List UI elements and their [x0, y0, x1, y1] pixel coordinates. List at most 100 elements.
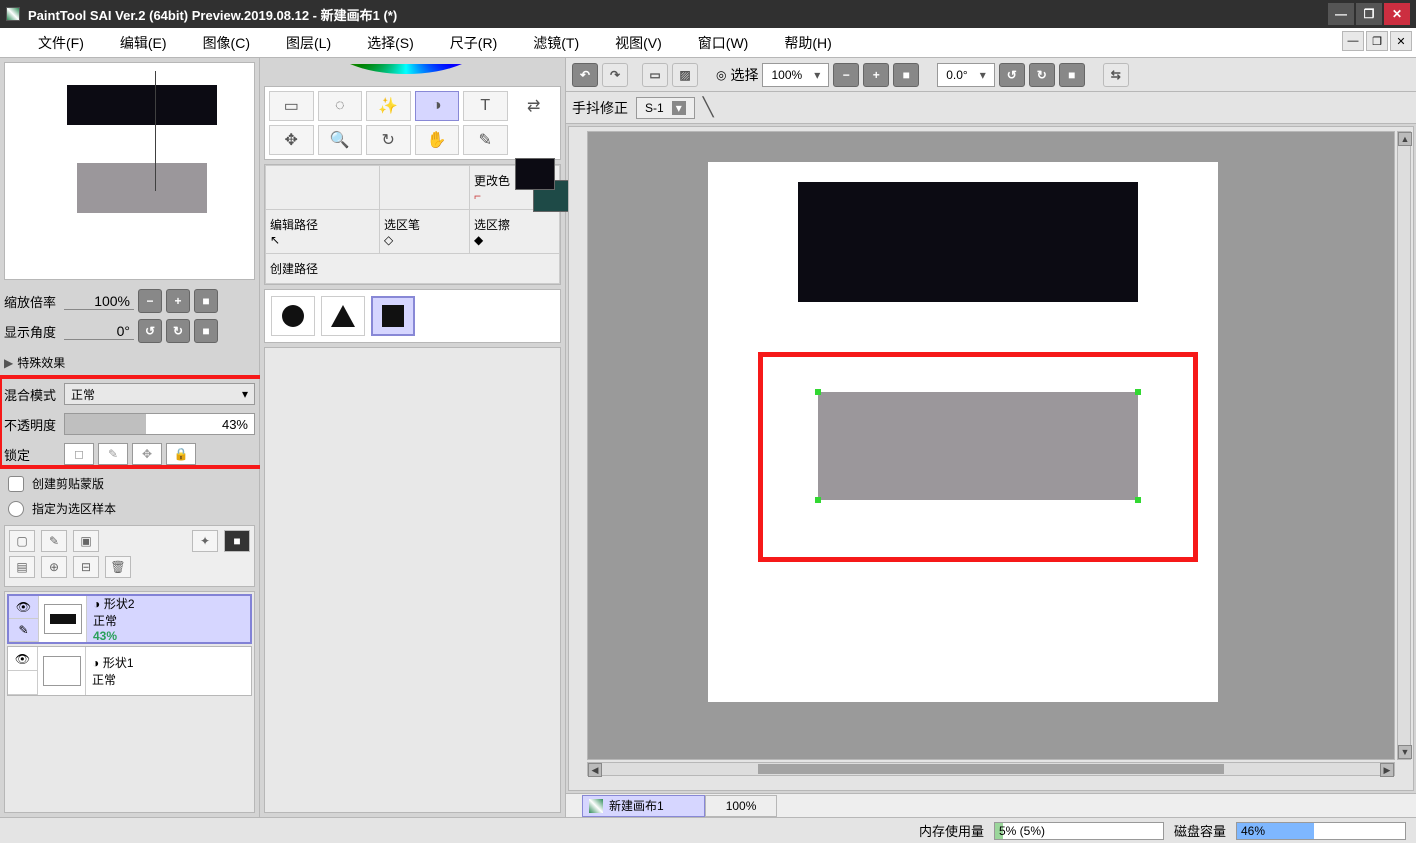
pen-icon[interactable]: ✎	[9, 619, 38, 642]
merge-down-button[interactable]: ▤	[9, 556, 35, 578]
selection-source-radio[interactable]: 指定为选区样本	[0, 496, 259, 521]
selection-pen-cell[interactable]: 选区笔◇	[379, 210, 469, 254]
rotate-tool[interactable]: ↻	[366, 125, 411, 155]
zoom-tool[interactable]: 🔍	[318, 125, 363, 155]
vertical-scrollbar[interactable]: ▲ ▼	[1397, 131, 1411, 760]
rotate-reset-button-tb[interactable]: ■	[1059, 63, 1085, 87]
mask-button[interactable]: ■	[224, 530, 250, 552]
maximize-button[interactable]: ❐	[1356, 3, 1382, 25]
magic-wand-tool[interactable]: ✨	[366, 91, 411, 121]
rotate-cw-button[interactable]: ↻	[166, 319, 190, 343]
menu-select[interactable]: 选择(S)	[355, 29, 426, 57]
minimize-button[interactable]: —	[1328, 3, 1354, 25]
edit-path-cell[interactable]: 编辑路径↖	[266, 210, 380, 254]
scroll-left-button[interactable]: ◀	[588, 763, 602, 777]
canvas-paper[interactable]	[708, 162, 1218, 702]
clear-button[interactable]: ⊟	[73, 556, 99, 578]
eye-icon[interactable]: 👁	[8, 647, 37, 671]
circle-shape-button[interactable]	[271, 296, 315, 336]
zoom-value[interactable]: 100%	[64, 293, 134, 310]
lasso-tool[interactable]: ◌	[318, 91, 363, 121]
lock-position-button[interactable]: ✥	[132, 443, 162, 465]
menu-edit[interactable]: 编辑(E)	[108, 29, 179, 57]
zoom-fit-button-tb[interactable]: ■	[893, 63, 919, 87]
lock-all-button[interactable]: 🔒	[166, 443, 196, 465]
app-icon	[6, 7, 20, 21]
menu-image[interactable]: 图像(C)	[191, 29, 262, 57]
delete-layer-button[interactable]: 🗑	[105, 556, 131, 578]
new-folder-button[interactable]: ▣	[73, 530, 99, 552]
lock-none-button[interactable]: ◻	[64, 443, 94, 465]
scroll-right-button[interactable]: ▶	[1380, 763, 1394, 777]
scroll-up-button[interactable]: ▲	[1398, 132, 1412, 146]
layer-name: 形状2	[104, 597, 135, 611]
zoom-reset-button[interactable]: ■	[194, 289, 218, 313]
menu-window[interactable]: 窗口(W)	[686, 29, 761, 57]
path-cell-empty[interactable]	[266, 166, 380, 210]
invert-button[interactable]: ▨	[672, 63, 698, 87]
transfer-button[interactable]: ✦	[192, 530, 218, 552]
eyedropper-tool[interactable]: ✎	[463, 125, 508, 155]
titlebar: PaintTool SAI Ver.2 (64bit) Preview.2019…	[0, 0, 1416, 28]
move-tool[interactable]: ✥	[269, 125, 314, 155]
duplicate-button[interactable]: ⊕	[41, 556, 67, 578]
hand-tool[interactable]: ✋	[415, 125, 460, 155]
rotate-reset-button[interactable]: ■	[194, 319, 218, 343]
new-linework-button[interactable]: ✎	[41, 530, 67, 552]
lock-pixels-button[interactable]: ✎	[98, 443, 128, 465]
new-layer-button[interactable]: ▢	[9, 530, 35, 552]
color-wheel[interactable]	[266, 64, 559, 80]
triangle-shape-button[interactable]	[321, 296, 365, 336]
flip-button[interactable]: ⇆	[1103, 63, 1129, 87]
eye-icon[interactable]: 👁	[9, 596, 38, 619]
angle-dropdown[interactable]: 0.0° ▾	[937, 63, 995, 87]
close-button[interactable]: ✕	[1384, 3, 1410, 25]
edit-slot[interactable]	[8, 671, 37, 695]
undo-button[interactable]: ↶	[572, 63, 598, 87]
layer-item-shape2[interactable]: 👁 ✎ ◑ 形状2 正常 43%	[7, 594, 252, 644]
marquee-tool[interactable]: ▭	[269, 91, 314, 121]
square-shape-button[interactable]	[371, 296, 415, 336]
mdi-restore-button[interactable]: ❐	[1366, 31, 1388, 51]
path-cell-empty[interactable]	[379, 166, 469, 210]
swap-icon[interactable]: ⇄	[512, 91, 557, 121]
rotate-ccw-button-tb[interactable]: ↺	[999, 63, 1025, 87]
menu-file[interactable]: 文件(F)	[26, 29, 96, 57]
zoom-out-button-tb[interactable]: −	[833, 63, 859, 87]
opacity-slider[interactable]: 43%	[64, 413, 255, 435]
mdi-close-button[interactable]: ✕	[1390, 31, 1412, 51]
zoom-in-button[interactable]: +	[166, 289, 190, 313]
layer-item-shape1[interactable]: 👁 ◑ 形状1 正常	[7, 646, 252, 696]
redo-button[interactable]: ↷	[602, 63, 628, 87]
shape2-rect[interactable]	[798, 182, 1138, 302]
stabilizer-dropdown[interactable]: S-1 ▾	[636, 97, 695, 119]
navigator-panel[interactable]	[4, 62, 255, 280]
zoom-out-button[interactable]: −	[138, 289, 162, 313]
blend-mode-dropdown[interactable]: 正常 ▾	[64, 383, 255, 405]
hscroll-thumb[interactable]	[758, 764, 1224, 774]
scroll-down-button[interactable]: ▼	[1398, 745, 1412, 759]
foreground-color-swatch[interactable]	[515, 158, 555, 190]
special-effects-disclosure[interactable]: ▶ 特殊效果	[0, 348, 259, 377]
menu-ruler[interactable]: 尺子(R)	[438, 29, 509, 57]
create-path-cell[interactable]: 创建路径	[266, 254, 560, 284]
shape-tool[interactable]: ◑	[415, 91, 460, 121]
canvas-viewport[interactable]	[587, 131, 1395, 760]
line-icon[interactable]: ╲	[703, 97, 714, 118]
zoom-in-button-tb[interactable]: +	[863, 63, 889, 87]
horizontal-scrollbar[interactable]: ◀ ▶	[587, 762, 1395, 776]
color-swatches[interactable]	[515, 158, 555, 222]
text-tool[interactable]: T	[463, 91, 508, 121]
rotate-ccw-button[interactable]: ↺	[138, 319, 162, 343]
menu-help[interactable]: 帮助(H)	[772, 29, 843, 57]
clipping-mask-checkbox[interactable]: 创建剪贴蒙版	[0, 471, 259, 496]
menu-view[interactable]: 视图(V)	[603, 29, 674, 57]
deselect-button[interactable]: ▭	[642, 63, 668, 87]
menu-layer[interactable]: 图层(L)	[274, 29, 343, 57]
menu-filter[interactable]: 滤镜(T)	[521, 29, 591, 57]
document-tab-active[interactable]: 新建画布1	[582, 795, 705, 817]
mdi-minimize-button[interactable]: —	[1342, 31, 1364, 51]
angle-value[interactable]: 0°	[64, 323, 134, 340]
zoom-dropdown[interactable]: 100% ▾	[762, 63, 829, 87]
rotate-cw-button-tb[interactable]: ↻	[1029, 63, 1055, 87]
